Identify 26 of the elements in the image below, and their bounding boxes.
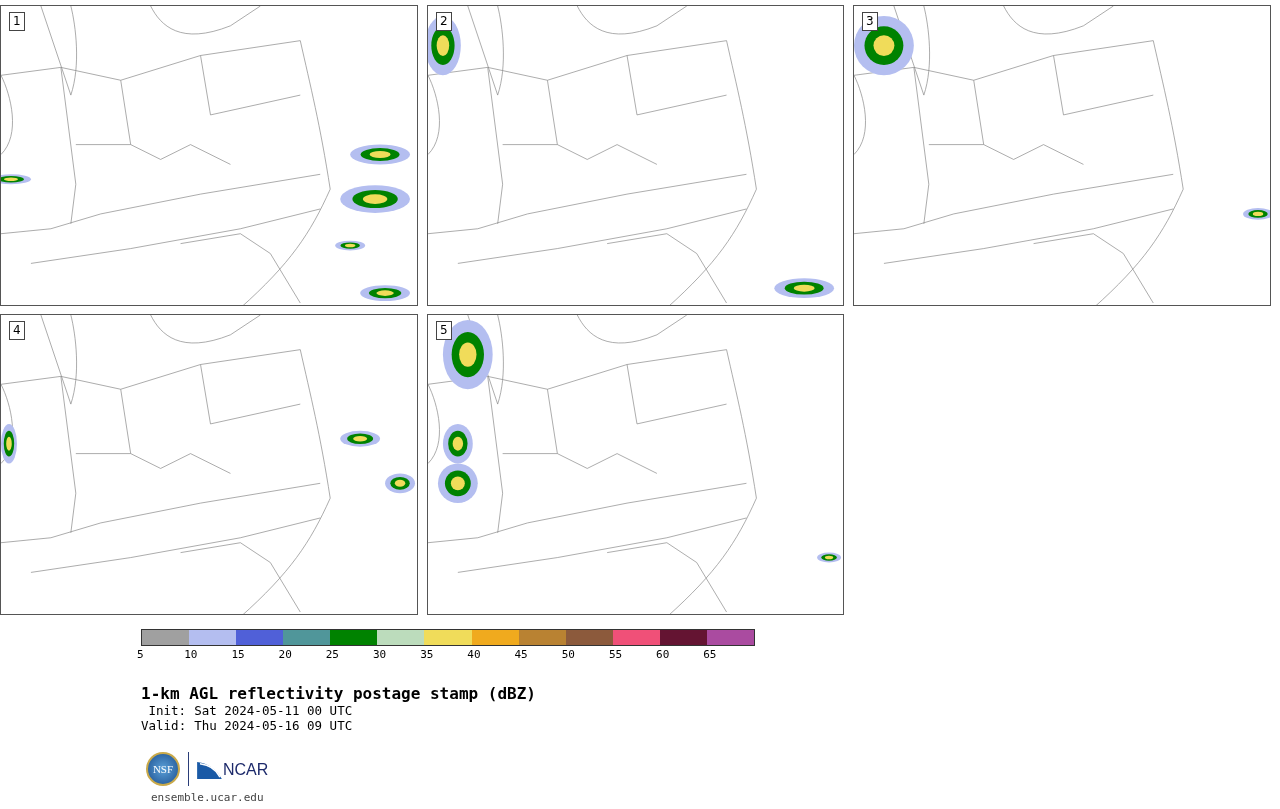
time-label: Valid:	[141, 718, 187, 733]
tick-label: 60	[656, 648, 670, 661]
ncar-logo: NCAR	[197, 759, 269, 779]
tick-label: 30	[372, 648, 387, 661]
tick-label: 15	[231, 648, 245, 661]
tick-label: 25	[325, 648, 339, 661]
tick-label: 10	[184, 648, 198, 661]
tick-label: 45	[514, 648, 528, 661]
panel-number: 5	[436, 321, 452, 340]
tick-label: 65	[703, 648, 717, 661]
time-value: Sat 2024-05-11 00 UTC	[194, 703, 353, 718]
tick-label: 5	[137, 648, 144, 661]
website-url: ensemble.ucar.edu	[151, 791, 265, 804]
panel-number: 3	[862, 12, 878, 31]
tick-label: 50	[561, 648, 575, 661]
panel-number: 2	[436, 12, 452, 31]
nsf-logo: NSF	[146, 752, 180, 786]
chart-title: 1-km AGL reflectivity postage stamp (dBZ)	[141, 684, 537, 703]
time-value: Thu 2024-05-16 09 UTC	[194, 718, 353, 733]
tick-label: 55	[608, 648, 623, 661]
panel-number: 1	[9, 12, 25, 31]
time-label: Init:	[147, 703, 187, 718]
tick-label: 35	[420, 648, 434, 661]
tick-label: 40	[467, 648, 481, 661]
panel-number: 4	[9, 321, 25, 340]
tick-label: 20	[278, 648, 292, 661]
